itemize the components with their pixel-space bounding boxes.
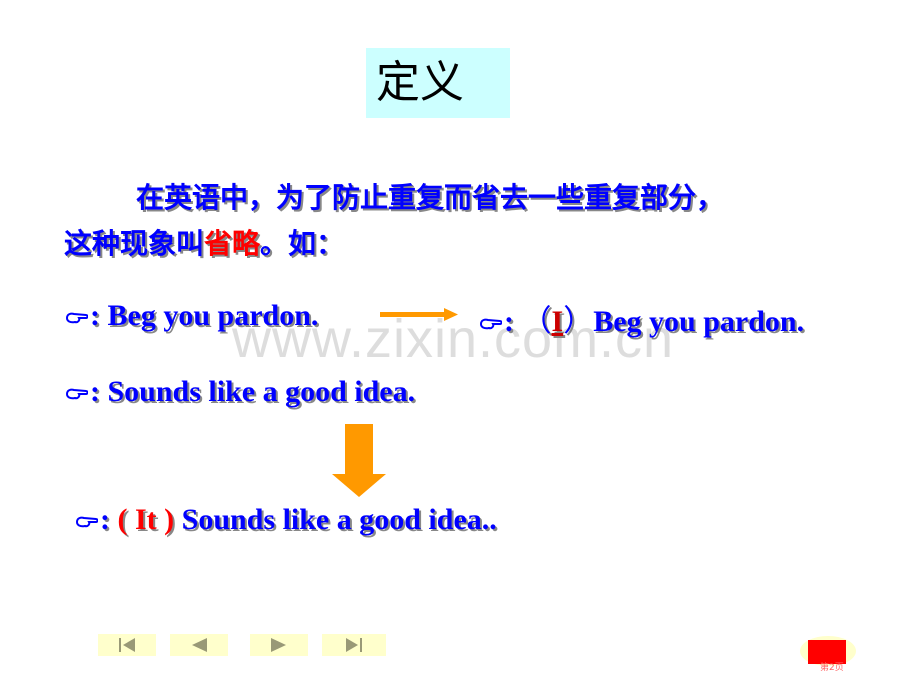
slide-title: 定义	[376, 57, 464, 108]
inserted-subject: I	[551, 305, 564, 338]
next-slide-button[interactable]	[250, 634, 308, 656]
example-1: : Beg you pardon.	[66, 298, 318, 334]
page-number-label: 第2页	[820, 663, 844, 673]
next-slide-icon	[271, 638, 286, 652]
example-colon: :	[90, 299, 100, 332]
previous-slide-icon	[192, 638, 207, 652]
example-2: : （I）Beg you pardon.	[480, 304, 804, 340]
first-slide-button[interactable]	[98, 634, 156, 656]
pointing-hand-icon	[66, 312, 88, 324]
example-4: : ( It ) Sounds like a good idea..	[76, 502, 497, 538]
example-text: Sounds like a good idea.	[107, 375, 416, 408]
pointing-hand-icon	[76, 516, 98, 528]
example-colon: :	[504, 305, 514, 338]
first-slide-icon	[119, 638, 135, 652]
close-paren: ）	[563, 304, 594, 339]
right-arrow-icon	[380, 308, 458, 321]
paragraph-prefix: 这种现象叫	[64, 227, 205, 260]
down-arrow-icon	[332, 424, 386, 497]
term-highlight: 省略	[204, 227, 261, 260]
pointing-hand-icon	[480, 318, 502, 330]
example-colon: :	[90, 375, 100, 408]
paragraph-suffix: 。如：	[260, 227, 345, 260]
example-text: Sounds like a good idea..	[181, 503, 497, 536]
last-slide-icon	[346, 638, 362, 652]
paragraph-line-1: 在英语中，为了防止重复而省去一些重复部分，	[136, 181, 725, 214]
previous-slide-button[interactable]	[170, 634, 228, 656]
pointing-hand-icon	[66, 388, 88, 400]
last-slide-button[interactable]	[322, 634, 386, 656]
example-colon: :	[100, 503, 110, 536]
open-paren: （	[521, 304, 552, 339]
example-text: Beg you pardon.	[593, 305, 805, 338]
example-text: Beg you pardon.	[107, 299, 319, 332]
title-box: 定义	[366, 48, 510, 118]
paragraph-line-2: 这种现象叫省略。如：	[64, 224, 344, 264]
inserted-subject: ( It )	[117, 503, 175, 536]
example-3: : Sounds like a good idea.	[66, 374, 415, 410]
